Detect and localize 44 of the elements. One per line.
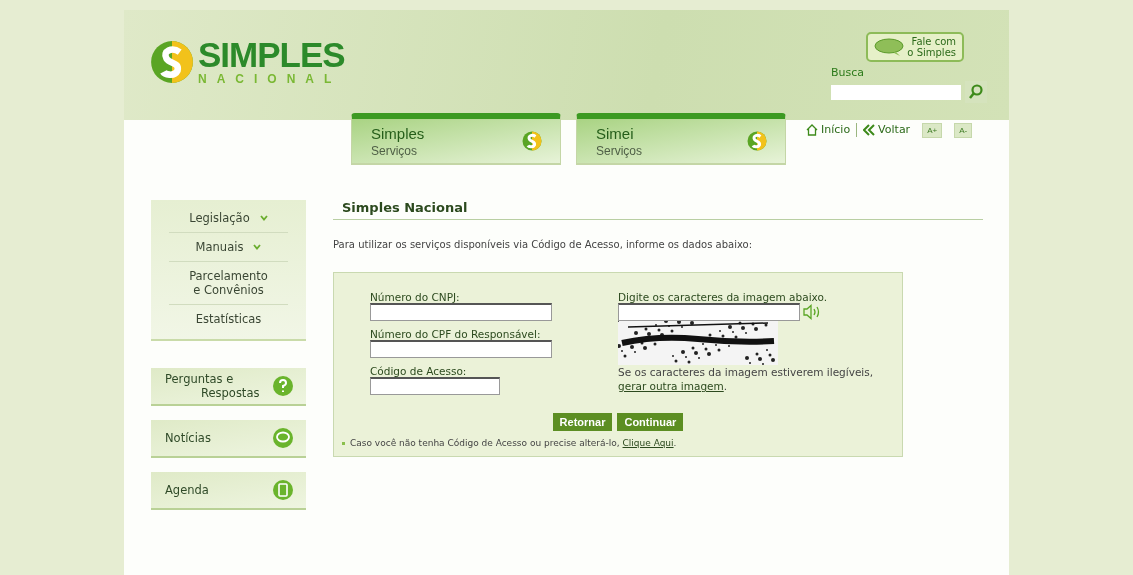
nav-link[interactable]: Voltar bbox=[863, 123, 911, 136]
service-tab[interactable]: Simei Serviços bbox=[576, 113, 786, 165]
search-field[interactable] bbox=[831, 84, 961, 100]
logo-icon bbox=[747, 131, 767, 151]
input-field[interactable] bbox=[370, 340, 552, 358]
font-size-button[interactable]: A+ bbox=[922, 123, 943, 138]
double-chevron-icon bbox=[863, 123, 876, 136]
logo-title: SIMPLES bbox=[198, 38, 345, 72]
field-label: Número do CPF do Responsável: bbox=[370, 328, 542, 340]
logo-icon bbox=[150, 40, 194, 84]
regenerate-link[interactable]: gerar outra imagem bbox=[618, 380, 724, 392]
font-size-button[interactable]: A- bbox=[954, 123, 973, 138]
field-label: Código de Acesso: bbox=[370, 365, 468, 377]
menu-item[interactable]: Manuais bbox=[169, 233, 288, 262]
contact-button[interactable]: Fale com o Simples bbox=[866, 32, 964, 62]
form-button[interactable]: Retornar bbox=[552, 413, 613, 431]
nav-link[interactable]: Início bbox=[806, 123, 851, 136]
captcha-hint: Se os caracteres da imagem estiverem ilegíveis, gerar outra imagem. bbox=[618, 365, 874, 393]
shortcut-button[interactable]: Agenda bbox=[151, 472, 306, 510]
search-button[interactable] bbox=[965, 81, 987, 103]
section-title: Simples Nacional bbox=[333, 200, 983, 220]
logo-subtitle: NACIONAL bbox=[198, 72, 343, 86]
menu-item[interactable]: Estatísticas bbox=[169, 305, 288, 333]
click-here-link[interactable]: Clique Aqui bbox=[622, 438, 674, 448]
shortcut-button[interactable]: Notícias bbox=[151, 420, 306, 458]
shortcut-button[interactable]: Perguntas e Respostas bbox=[151, 368, 306, 406]
captcha-label: Digite os caracteres da imagem abaixo. bbox=[618, 291, 829, 303]
service-tab[interactable]: Simples Serviços bbox=[351, 113, 561, 165]
input-field[interactable] bbox=[370, 303, 552, 321]
access-note: Caso você não tenha Código de Acesso ou precise alterá-lo, Clique Aqui. bbox=[342, 438, 902, 448]
input-field[interactable] bbox=[370, 377, 500, 395]
notebook-icon bbox=[272, 479, 294, 501]
field-label: Número do CNPJ: bbox=[370, 291, 461, 303]
form-button[interactable]: Continuar bbox=[617, 413, 684, 431]
search-label: Busca bbox=[831, 66, 865, 79]
intro-text: Para utilizar os serviços disponíveis via Código de Acesso, informe os dados abaixo: bbox=[333, 239, 754, 250]
question-icon bbox=[272, 375, 294, 397]
menu-item[interactable]: Parcelamento e Convênios bbox=[169, 262, 288, 305]
home-icon bbox=[806, 123, 818, 136]
logo-icon bbox=[522, 131, 542, 151]
chat-icon bbox=[272, 427, 294, 449]
menu-item[interactable]: Legislação bbox=[169, 204, 288, 233]
captcha-field[interactable] bbox=[618, 303, 800, 321]
speech-bubble-icon bbox=[874, 38, 905, 56]
